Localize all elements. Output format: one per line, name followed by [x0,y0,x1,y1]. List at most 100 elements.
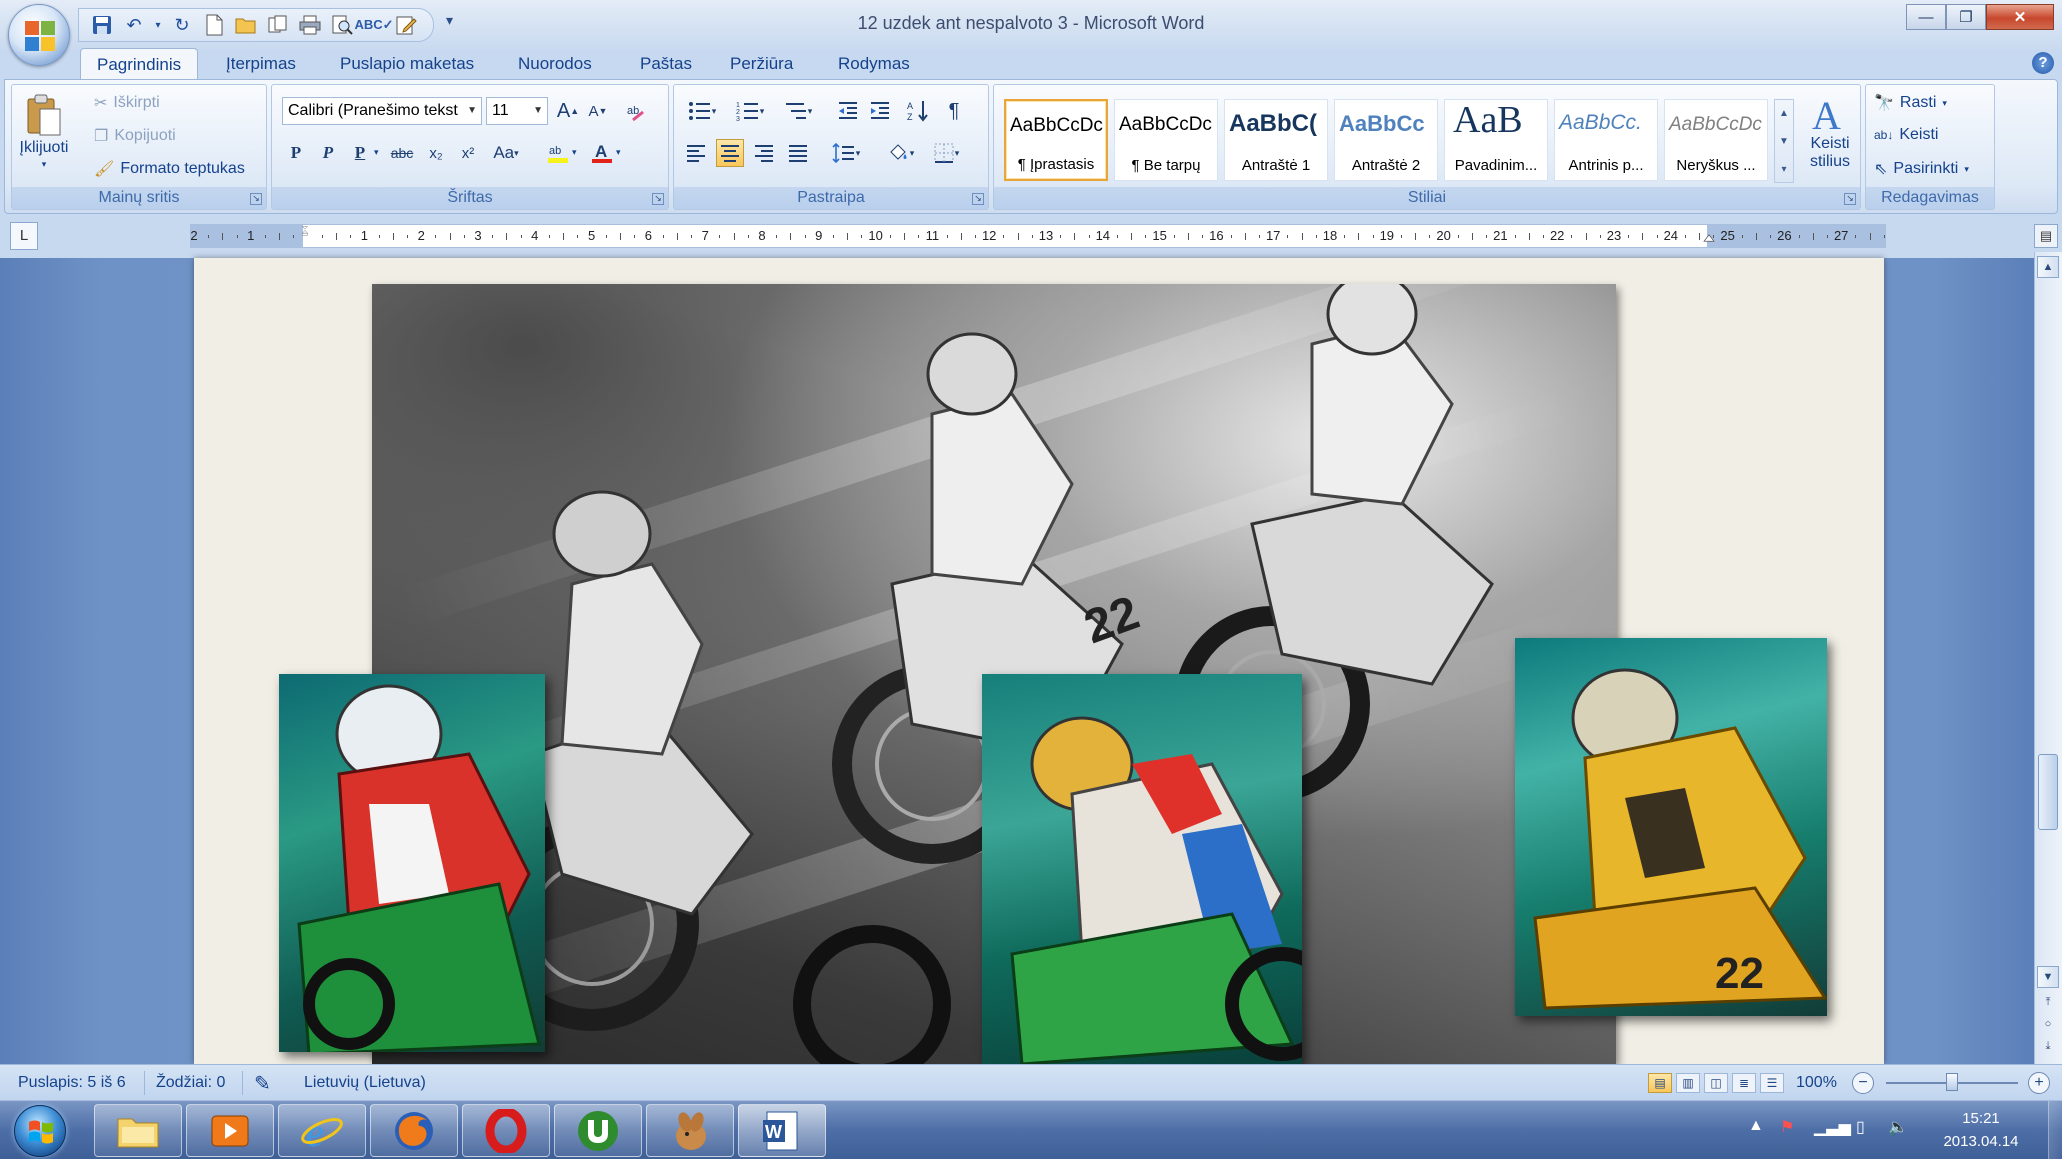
undo-dropdown-icon[interactable]: ▾ [153,12,163,38]
font-color-dropdown-icon[interactable]: ▾ [616,147,621,158]
style-tile-normal[interactable]: AaBbCcDc ¶ Įprastasis [1004,99,1108,181]
style-tile-no-spacing[interactable]: AaBbCcDc ¶ Be tarpų [1114,99,1218,181]
taskbar-utorrent[interactable] [554,1104,642,1157]
highlight-button[interactable]: ab [544,139,572,167]
font-family-select[interactable]: Calibri (Pranešimo tekst ▼ [282,97,482,125]
next-page-icon[interactable]: ⤓ [2037,1036,2059,1058]
horizontal-ruler[interactable]: 2 1 1 2 3 4 5 6 7 8 9 10 11 12 13 14 15 16 17 18 19 20 21 22 23 2… [190,224,1886,248]
undo-icon[interactable]: ↶ [121,12,147,38]
tab-selector[interactable]: L [10,222,38,250]
taskbar-word[interactable]: W [738,1104,826,1157]
gallery-up-icon[interactable]: ▲ [1775,100,1793,128]
highlight-dropdown-icon[interactable]: ▾ [572,147,577,158]
font-launcher-icon[interactable]: ↘ [652,193,664,205]
line-spacing-button[interactable]: ▾ [826,139,866,167]
taskbar-explorer[interactable] [94,1104,182,1157]
copy-icon[interactable] [265,12,291,38]
paste-dropdown-icon[interactable]: ▾ [42,159,47,170]
tab-pastas[interactable]: Paštas [624,48,708,80]
office-button[interactable] [8,4,70,66]
proofing-icon[interactable]: ✎ [254,1071,271,1096]
copy-button[interactable]: ❐ Kopijuoti [94,126,176,146]
grow-font-button[interactable]: A ▲ [554,97,582,125]
select-button[interactable]: ⇖ Pasirinkti ▾ [1874,159,1969,179]
save-icon[interactable] [89,12,115,38]
action-center-icon[interactable]: ⚑ [1780,1117,1794,1137]
tab-rodymas[interactable]: Rodymas [822,48,926,80]
print-preview-icon[interactable] [329,12,355,38]
tab-puslapio-maketas[interactable]: Puslapio maketas [324,48,490,80]
tab-pagrindinis[interactable]: Pagrindinis [80,48,199,80]
italic-button[interactable]: P [314,139,342,167]
numbering-button[interactable]: 1 2 3 ▾ [730,97,770,125]
scroll-down-icon[interactable]: ▼ [2037,966,2059,988]
taskbar-media-player[interactable] [186,1104,274,1157]
shading-button[interactable]: ▾ [880,139,920,167]
superscript-button[interactable]: x² [454,139,482,167]
redo-icon[interactable]: ↻ [169,12,195,38]
motocross-mixed-image[interactable] [982,674,1302,1064]
clipboard-launcher-icon[interactable]: ↘ [250,193,262,205]
shrink-font-button[interactable]: A ▼ [584,97,612,125]
new-document-icon[interactable] [201,12,227,38]
decrease-indent-button[interactable] [834,97,862,125]
paragraph-launcher-icon[interactable]: ↘ [972,193,984,205]
open-icon[interactable] [233,12,259,38]
replace-button[interactable]: ab↓ Keisti [1874,126,1938,144]
multilevel-list-button[interactable]: ▾ [778,97,818,125]
vertical-scrollbar[interactable]: ▲ ▼ ⤒ ○ ⤓ [2034,252,2062,1064]
network-icon[interactable]: ▁▃▅ [1814,1117,1851,1137]
taskbar-clock[interactable]: 15:21 2013.04.14 [1936,1107,2026,1153]
change-styles-button[interactable]: A Keisti stilius [1802,91,1858,171]
taskbar-internet-explorer[interactable]: e [278,1104,366,1157]
minimize-button[interactable]: — [1906,4,1946,30]
outline-view-icon[interactable]: ≣ [1732,1073,1756,1093]
motocross-yellow-image[interactable]: 22 [1515,638,1827,1016]
font-color-button[interactable]: A [588,139,616,167]
style-tile-heading-2[interactable]: AaBbCc Antraštė 2 [1334,99,1438,181]
align-right-button[interactable] [750,139,778,167]
web-layout-icon[interactable]: ◫ [1704,1073,1728,1093]
sort-button[interactable]: AZ [904,97,932,125]
draft-view-icon[interactable]: ☰ [1760,1073,1784,1093]
subscript-button[interactable]: x₂ [422,139,450,167]
paste-button[interactable]: Įklijuoti ▾ [18,93,70,170]
style-tile-heading-1[interactable]: AaBbC( Antraštė 1 [1224,99,1328,181]
indent-marker-icon[interactable] [298,226,312,236]
align-left-button[interactable] [682,139,710,167]
scroll-up-icon[interactable]: ▲ [2037,256,2059,278]
bullets-button[interactable]: ▾ [682,97,722,125]
motocross-red-image[interactable] [279,674,545,1052]
gallery-more-icon[interactable]: ▾ [1775,156,1793,184]
zoom-in-icon[interactable]: + [2028,1072,2050,1094]
styles-launcher-icon[interactable]: ↘ [1844,193,1856,205]
page-count[interactable]: Puslapis: 5 iš 6 [18,1074,126,1092]
bold-button[interactable]: P [282,139,310,167]
scroll-thumb[interactable] [2038,754,2058,830]
browse-object-icon[interactable]: ○ [2037,1014,2059,1036]
language-indicator[interactable]: Lietuvių (Lietuva) [304,1074,426,1092]
previous-page-icon[interactable]: ⤒ [2037,992,2059,1014]
style-tile-subtle-emphasis[interactable]: AaBbCcDc Neryškus ... [1664,99,1768,181]
clear-formatting-button[interactable]: ab [622,97,650,125]
borders-button[interactable]: ▾ [926,139,966,167]
customize-qat-icon[interactable]: ▾ [446,12,453,29]
spelling-icon[interactable]: ABC✓ [354,12,393,38]
print-layout-view-icon[interactable]: ▤ [1648,1073,1672,1093]
zoom-slider-thumb[interactable] [1946,1073,1958,1091]
tab-iterpimas[interactable]: Įterpimas [210,48,312,80]
cut-button[interactable]: ✂ Iškirpti [94,93,160,113]
help-icon[interactable]: ? [2032,52,2054,74]
strikethrough-button[interactable]: abc [388,139,416,167]
print-icon[interactable] [297,12,323,38]
zoom-level[interactable]: 100% [1796,1074,1837,1092]
justify-button[interactable] [784,139,812,167]
find-button[interactable]: 🔭 Rasti ▾ [1874,93,1947,113]
usb-device-icon[interactable]: ▯ [1856,1117,1865,1137]
gallery-down-icon[interactable]: ▼ [1775,128,1793,156]
change-case-button[interactable]: Aa ▾ [488,139,524,167]
taskbar-opera[interactable] [462,1104,550,1157]
style-tile-subtitle[interactable]: AaBbCc. Antrinis p... [1554,99,1658,181]
align-center-button[interactable] [716,139,744,167]
edit-icon[interactable] [393,12,419,38]
